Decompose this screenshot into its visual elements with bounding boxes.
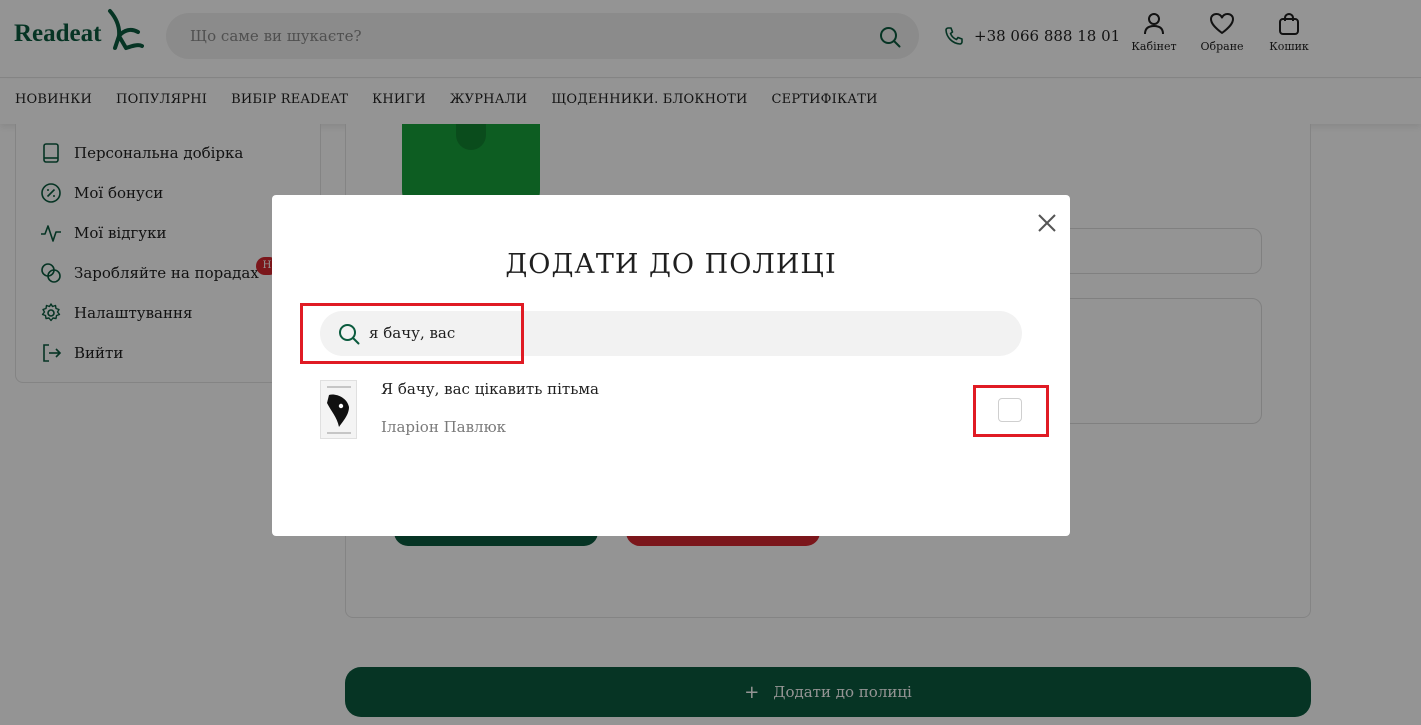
close-icon[interactable]: [1036, 212, 1058, 234]
add-to-shelf-modal: ДОДАТИ ДО ПОЛИЦІ я бачу, вас Я бачу, вас…: [272, 195, 1070, 536]
list-item[interactable]: Я бачу, вас цікавить пітьма Іларіон Павл…: [320, 380, 1020, 442]
highlight-box-checkbox: [973, 385, 1049, 437]
highlight-box-search: [300, 303, 524, 364]
book-title[interactable]: Я бачу, вас цікавить пітьма: [381, 380, 599, 398]
modal-title: ДОДАТИ ДО ПОЛИЦІ: [505, 249, 837, 280]
book-author: Іларіон Павлюк: [381, 418, 507, 436]
book-cover: [320, 380, 357, 439]
